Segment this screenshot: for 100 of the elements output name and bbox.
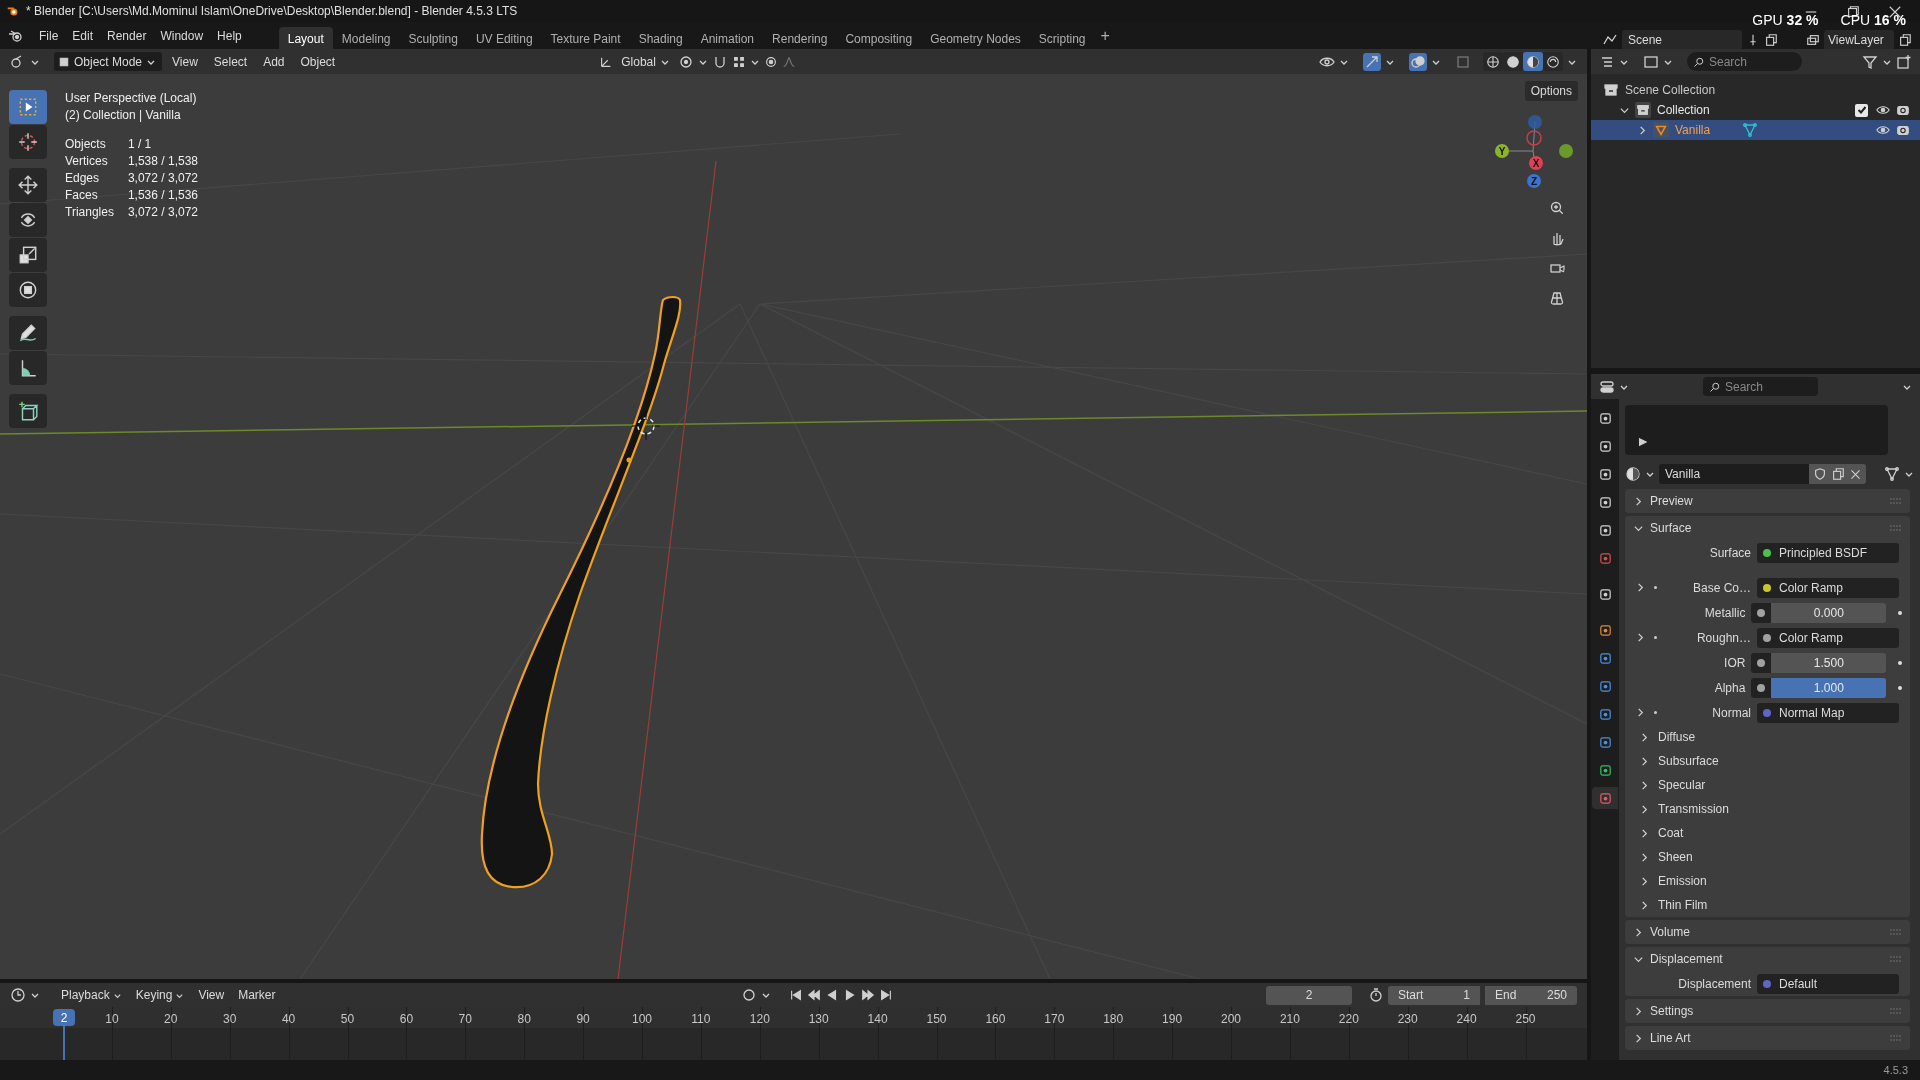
disclosure-icon[interactable]: [1635, 707, 1646, 718]
filter-icon[interactable]: [1862, 53, 1878, 70]
eye-icon[interactable]: [1876, 123, 1890, 137]
tool-button[interactable]: [9, 238, 47, 272]
subpanel-header[interactable]: Emission: [1625, 869, 1910, 893]
link-field[interactable]: Color Ramp: [1757, 627, 1899, 648]
menu-item[interactable]: View: [166, 52, 204, 71]
menu-item[interactable]: Object: [294, 52, 342, 71]
current-frame-field[interactable]: 2: [1266, 985, 1352, 1005]
stopwatch-icon[interactable]: [1368, 987, 1384, 1003]
search-field[interactable]: Search: [1687, 52, 1802, 71]
link-field[interactable]: Default: [1757, 973, 1899, 994]
mode-dropdown[interactable]: Object Mode: [54, 52, 162, 71]
display-mode-icon[interactable]: [1643, 53, 1659, 70]
pivot-icon[interactable]: [677, 53, 694, 70]
unlink-icon[interactable]: [1849, 467, 1862, 481]
material-name-field[interactable]: Vanilla: [1659, 464, 1809, 484]
snap-grid-icon[interactable]: [731, 54, 746, 69]
duplicate-icon[interactable]: [1831, 467, 1845, 481]
clock-editor-icon[interactable]: [10, 987, 26, 1003]
drag-handle-icon[interactable]: [1890, 1008, 1902, 1014]
workspace-tab[interactable]: Texture Paint: [541, 26, 630, 51]
drag-handle-icon[interactable]: [1890, 1035, 1902, 1041]
subpanel-header[interactable]: Sheen: [1625, 845, 1910, 869]
tool-button[interactable]: [9, 125, 47, 159]
workspace-tab[interactable]: Shading: [629, 26, 692, 51]
workspace-tab[interactable]: Geometry Nodes: [921, 26, 1030, 51]
disclosure-icon[interactable]: [1635, 632, 1646, 643]
outliner-row[interactable]: Scene Collection: [1591, 80, 1920, 100]
workspace-tab[interactable]: UV Editing: [466, 26, 542, 51]
disclosure-icon[interactable]: [1639, 851, 1650, 863]
menu-item[interactable]: Help: [210, 23, 249, 48]
copy-icon[interactable]: [1898, 32, 1912, 47]
options-dropdown[interactable]: Options: [1524, 81, 1578, 101]
disclosure-icon[interactable]: [1639, 875, 1650, 887]
disclosure-icon[interactable]: [1635, 582, 1646, 593]
eye-icon[interactable]: [1876, 103, 1890, 117]
disclosure-icon[interactable]: [1639, 899, 1650, 911]
scene-field[interactable]: Scene: [1622, 29, 1742, 50]
subpanel-header[interactable]: Thin Film: [1625, 893, 1910, 917]
drag-handle-icon[interactable]: [1890, 929, 1902, 935]
mesh-data-icon[interactable]: [1884, 466, 1900, 482]
disclosure-icon[interactable]: [1633, 926, 1644, 938]
cube-icon[interactable]: [58, 55, 70, 68]
workspace-tab[interactable]: Compositing: [836, 26, 922, 51]
disclosure-icon[interactable]: [1639, 779, 1650, 791]
menu-item[interactable]: Add: [257, 52, 291, 71]
mesh-data-icon[interactable]: [1742, 122, 1759, 138]
camera-icon[interactable]: [1896, 103, 1910, 117]
workspace-tab[interactable]: Rendering: [763, 26, 837, 51]
proportional-icon[interactable]: [763, 54, 778, 69]
subpanel-header[interactable]: Transmission: [1625, 797, 1910, 821]
subpanel-header[interactable]: Diffuse: [1625, 725, 1910, 749]
camera-icon[interactable]: [1896, 123, 1910, 137]
exclude-checkbox[interactable]: [1855, 103, 1868, 117]
link-field[interactable]: Color Ramp: [1757, 577, 1899, 598]
slider[interactable]: 0.000: [1771, 602, 1887, 623]
material-sphere-icon[interactable]: [1625, 466, 1641, 482]
subpanel-header[interactable]: Subsurface: [1625, 749, 1910, 773]
record-icon[interactable]: [740, 987, 757, 1003]
disclosure-icon[interactable]: [1633, 495, 1644, 507]
slider[interactable]: 1.000: [1771, 677, 1887, 698]
properties-editor-icon[interactable]: [1599, 378, 1615, 395]
orientation-dropdown[interactable]: Global: [617, 52, 674, 71]
menu-item[interactable]: Window: [153, 23, 211, 48]
playhead[interactable]: 2: [53, 1009, 75, 1026]
drag-handle-icon[interactable]: [1890, 956, 1902, 962]
menu-item[interactable]: Render: [100, 23, 154, 48]
start-frame-field[interactable]: Start 1: [1388, 985, 1480, 1005]
menu-item[interactable]: Marker: [233, 986, 281, 1004]
menu-item[interactable]: Playback: [56, 986, 127, 1004]
menu-item[interactable]: Keying: [130, 986, 190, 1004]
search-field[interactable]: Search: [1703, 377, 1818, 396]
add-workspace-button[interactable]: +: [1094, 23, 1116, 48]
menu-item[interactable]: Edit: [65, 23, 101, 48]
outliner-row[interactable]: Collection: [1591, 100, 1920, 120]
subpanel-header[interactable]: Specular: [1625, 773, 1910, 797]
prev-keyframe-icon[interactable]: [806, 988, 821, 1002]
tool-button[interactable]: [9, 316, 47, 350]
axis-gizmo[interactable]: Y X Z: [1490, 111, 1578, 191]
workspace-tab[interactable]: Modeling: [332, 26, 400, 51]
workspace-tab[interactable]: Animation: [691, 26, 764, 51]
disclosure-icon[interactable]: [1633, 1005, 1644, 1017]
disclosure-icon[interactable]: [1639, 755, 1650, 767]
outliner-row[interactable]: Vanilla: [1591, 120, 1920, 140]
workspace-tab[interactable]: Sculpting: [399, 26, 467, 51]
tool-button[interactable]: [9, 351, 47, 385]
menu-item[interactable]: Select: [207, 52, 254, 71]
layers-icon[interactable]: [1806, 32, 1820, 47]
next-keyframe-icon[interactable]: [860, 988, 875, 1002]
drag-handle-icon[interactable]: [1890, 525, 1902, 531]
disclosure-icon[interactable]: [1639, 827, 1650, 839]
view-layer-field[interactable]: ViewLayer: [1824, 29, 1894, 50]
overlay-icon[interactable]: [1409, 52, 1427, 71]
tool-button[interactable]: [9, 168, 47, 202]
tool-button[interactable]: [9, 203, 47, 237]
end-frame-field[interactable]: End 250: [1485, 985, 1577, 1005]
gizmo-toggle-icon[interactable]: [1363, 52, 1381, 71]
jump-start-icon[interactable]: [788, 988, 803, 1002]
link-field[interactable]: Principled BSDF: [1757, 542, 1899, 563]
